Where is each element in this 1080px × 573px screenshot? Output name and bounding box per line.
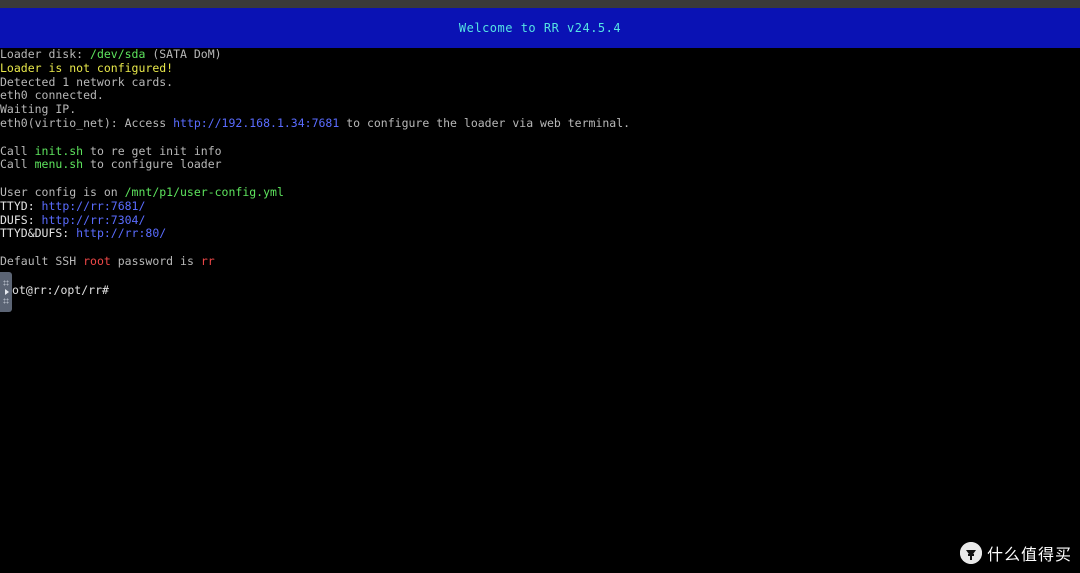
text-segment: Call	[0, 143, 35, 158]
side-panel-handle[interactable]	[0, 272, 12, 312]
text-segment: to re get init info	[83, 143, 222, 158]
text-segment: Default SSH	[0, 253, 84, 268]
ttyd-url[interactable]: http://rr:7681/	[42, 199, 146, 213]
shell-prompt[interactable]: ot@rr:/opt/rr#	[12, 283, 109, 297]
waiting-ip-line: Waiting IP.	[0, 102, 77, 117]
network-cards-line: Detected 1 network cards.	[0, 74, 174, 89]
eth0-connected-line: eth0 connected.	[0, 88, 104, 103]
expand-arrow-icon	[5, 289, 9, 295]
loader-disk-line: Loader disk: /dev/sda (SATA DoM)	[0, 47, 1080, 62]
text-segment: password is	[110, 253, 201, 268]
console-output: Loader disk: /dev/sda (SATA DoM) Loader …	[0, 47, 1080, 269]
init-sh-command: init.sh	[34, 143, 84, 158]
menu-sh-line: Call menu.sh to configure loader	[0, 157, 1080, 172]
watermark-text: 什么值得买	[986, 545, 1072, 564]
text-segment: DUFS:	[0, 212, 42, 227]
ssh-password: rr	[200, 253, 215, 268]
text-segment: eth0(virtio_net): Access	[0, 115, 174, 130]
init-sh-line: Call init.sh to re get init info	[0, 143, 1080, 159]
welcome-banner: Welcome to RR v24.5.4	[0, 8, 1080, 48]
text-segment: Loader disk:	[0, 47, 91, 61]
dufs-url[interactable]: http://rr:7304/	[42, 213, 146, 227]
ttyd-dufs-url[interactable]: http://rr:80/	[76, 226, 166, 240]
text-segment: User config is on	[0, 184, 125, 199]
disk-path: /dev/sda	[90, 47, 146, 61]
terminal-screen[interactable]: Welcome to RR v24.5.4 Loader disk: /dev/…	[0, 0, 1080, 573]
user-config-line: User config is on /mnt/p1/user-config.ym…	[0, 184, 1080, 200]
web-terminal-line: eth0(virtio_net): Access http://192.168.…	[0, 115, 1080, 131]
text-segment: TTYD:	[0, 198, 42, 213]
banner-title: Welcome to RR v24.5.4	[458, 21, 622, 35]
text-segment: (SATA DoM)	[145, 47, 222, 61]
text-segment: Call	[0, 157, 35, 172]
text-segment: to configure loader	[83, 157, 222, 172]
grip-dots-icon	[3, 298, 9, 304]
ssh-user: root	[83, 253, 111, 268]
menu-sh-command: menu.sh	[34, 157, 84, 172]
text-segment: to configure the loader via web terminal…	[339, 115, 631, 130]
web-terminal-url[interactable]: http://192.168.1.34:7681	[173, 116, 339, 130]
ssh-password-line: Default SSH root password is rr	[0, 253, 1080, 269]
text-segment: TTYD&DUFS:	[0, 226, 77, 241]
ttyd-dufs-line: TTYD&DUFS: http://rr:80/	[0, 226, 1080, 241]
grip-dots-icon	[3, 280, 9, 286]
window-top-strip	[0, 0, 1080, 8]
dufs-line: DUFS: http://rr:7304/	[0, 212, 1080, 228]
loader-not-configured-line: Loader is not configured!	[0, 60, 174, 75]
user-config-path: /mnt/p1/user-config.yml	[124, 184, 284, 199]
smzdm-logo-icon	[959, 542, 982, 564]
watermark: 什么值得买	[959, 541, 1072, 565]
ttyd-line: TTYD: http://rr:7681/	[0, 198, 1080, 214]
